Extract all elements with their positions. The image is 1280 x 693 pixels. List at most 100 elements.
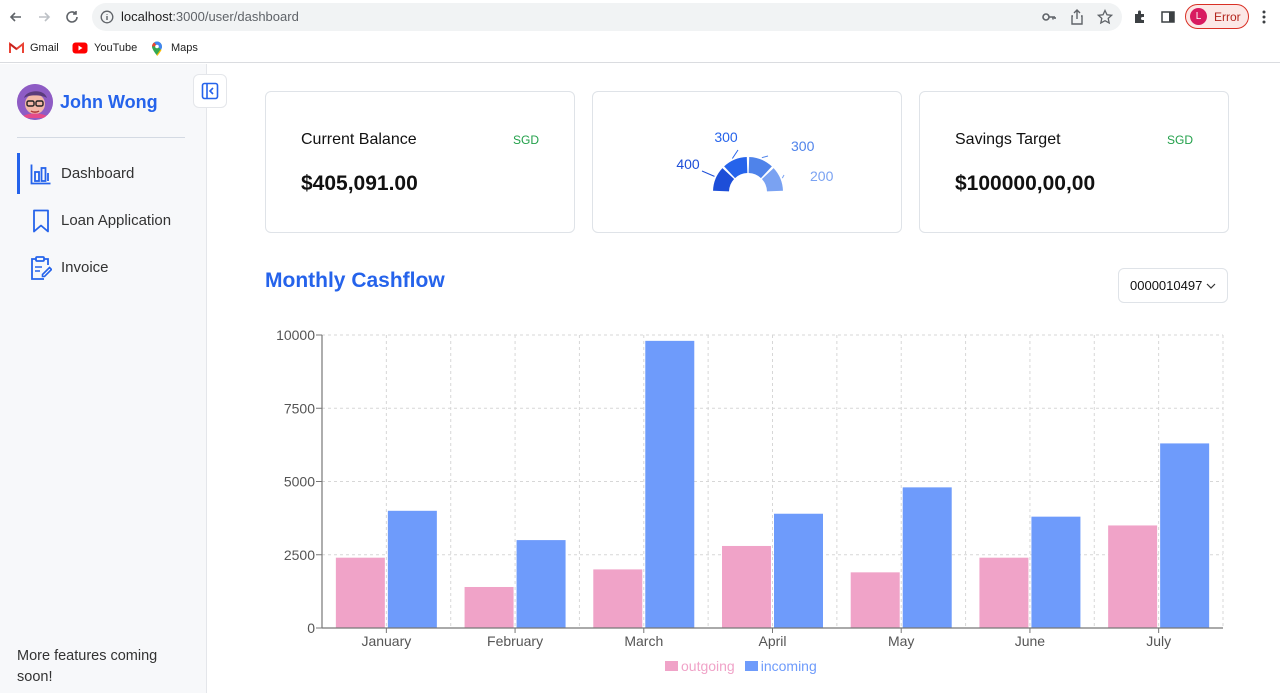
y-tick-label: 10000 (276, 327, 315, 343)
legend-label-outgoing: outgoing (681, 658, 735, 674)
cashflow-title: Monthly Cashflow (265, 269, 445, 292)
x-tick-label: March (624, 633, 663, 649)
sidebar-item-dashboard[interactable]: Dashboard (17, 153, 192, 194)
url-text: localhost:3000/user/dashboard (121, 9, 299, 24)
bookmark-label: Gmail (30, 42, 59, 54)
bar-incoming-january[interactable] (387, 510, 437, 628)
profile-button[interactable]: L Error (1185, 4, 1249, 29)
bookmark-maps[interactable]: Maps (149, 40, 198, 56)
chevron-down-icon (1206, 283, 1216, 289)
url-path: :3000/user/dashboard (172, 9, 299, 24)
balance-title: Current Balance (301, 131, 417, 148)
bookmark-label: Maps (171, 42, 198, 54)
reload-icon[interactable] (62, 7, 82, 27)
bar-chart-icon (29, 161, 53, 187)
legend-swatch-incoming (744, 661, 758, 671)
bar-incoming-may[interactable] (902, 487, 952, 628)
maps-icon (149, 41, 165, 56)
bar-outgoing-july[interactable] (1108, 525, 1158, 628)
x-tick-label: May (888, 633, 914, 649)
extensions-icon[interactable] (1130, 7, 1150, 27)
gmail-icon (8, 41, 24, 55)
chart-legend: outgoing incoming (665, 658, 827, 674)
bar-outgoing-february[interactable] (464, 586, 514, 628)
gauge-leader-line (701, 170, 715, 177)
bar-outgoing-june[interactable] (979, 557, 1029, 628)
gauge-chart: 400 300 300 200 (676, 129, 834, 192)
bar-incoming-june[interactable] (1031, 516, 1081, 628)
side-panel-icon[interactable] (1158, 7, 1178, 27)
legend-label-incoming: incoming (760, 658, 817, 674)
sidebar-item-label: Loan Application (61, 212, 172, 229)
gauge-card: 400 300 300 200 (592, 91, 902, 233)
gauge-label: 300 (714, 129, 738, 145)
legend-item-outgoing[interactable]: outgoing (665, 658, 735, 674)
bar-incoming-february[interactable] (516, 540, 566, 628)
bar-incoming-july[interactable] (1160, 443, 1210, 628)
bookmark-gmail[interactable]: Gmail (8, 40, 59, 56)
legend-item-incoming[interactable]: incoming (744, 658, 817, 674)
user-name: John Wong (60, 91, 158, 112)
gauge-leader-line (761, 155, 769, 159)
bar-outgoing-may[interactable] (850, 572, 900, 628)
y-tick-label: 2500 (284, 547, 315, 563)
sidebar: John Wong Dashboard Loan Application Inv… (0, 64, 227, 693)
back-icon[interactable] (6, 7, 26, 27)
bar-incoming-april[interactable] (774, 513, 823, 628)
sidebar-item-label: Invoice (61, 259, 109, 276)
collapse-sidebar-button[interactable] (193, 74, 227, 108)
legend-swatch-outgoing (665, 661, 678, 671)
x-tick-label: July (1146, 633, 1171, 649)
user-profile: John Wong (17, 84, 158, 120)
account-select-value: 0000010497 (1130, 278, 1203, 293)
address-bar[interactable]: localhost:3000/user/dashboard (92, 3, 1122, 31)
bar-outgoing-march[interactable] (593, 569, 643, 628)
gauge-leader-line (781, 174, 785, 179)
x-tick-label: April (758, 633, 786, 649)
x-tick-label: January (361, 633, 411, 649)
sidebar-item-invoice[interactable]: Invoice (17, 247, 192, 288)
balance-card: Current Balance SGD $405,091.00 (265, 91, 575, 233)
star-icon[interactable] (1096, 8, 1114, 26)
bookmark-icon (29, 208, 53, 234)
x-tick-label: June (1015, 633, 1046, 649)
sidebar-item-label: Dashboard (61, 165, 135, 182)
site-info-icon[interactable] (98, 8, 116, 26)
account-select[interactable]: 0000010497 (1118, 268, 1228, 303)
cashflow-chart: 0 2500 5000 7500 10000 January February March Ap… (260, 325, 1240, 685)
savings-card: Savings Target SGD $100000,00,00 (919, 91, 1229, 233)
profile-avatar: L (1190, 8, 1207, 25)
bookmark-label: YouTube (94, 42, 138, 54)
x-tick-label: February (487, 633, 543, 649)
gauge-label: 400 (676, 156, 700, 172)
share-icon[interactable] (1068, 8, 1086, 26)
url-host: localhost (121, 9, 173, 24)
cashflow-chart-svg: 0 2500 5000 7500 10000 January February March Ap… (276, 327, 1224, 649)
clipboard-edit-icon (29, 255, 53, 281)
footer-note: More features coming soon! (17, 648, 158, 685)
bar-outgoing-april[interactable] (722, 545, 771, 628)
youtube-icon (72, 41, 88, 55)
gauge-label: 300 (791, 138, 815, 154)
sidebar-collapse-icon (201, 82, 219, 100)
browser-toolbar: localhost:3000/user/dashboard L Error (0, 0, 1280, 34)
savings-title: Savings Target (955, 131, 1061, 148)
gauge-leader-line (731, 149, 739, 159)
bookmarks-bar: Gmail YouTube Maps (0, 34, 1280, 63)
key-icon[interactable] (1040, 8, 1058, 26)
savings-currency: SGD (1166, 133, 1193, 147)
bar-outgoing-january[interactable] (335, 557, 385, 628)
savings-value: $100000,00,00 (955, 172, 1096, 195)
sidebar-item-loan-application[interactable]: Loan Application (17, 200, 192, 241)
sidebar-divider (17, 137, 185, 138)
y-tick-label: 7500 (284, 400, 315, 416)
profile-status: Error (1214, 9, 1241, 24)
bar-incoming-march[interactable] (645, 340, 695, 628)
y-tick-label: 5000 (284, 474, 315, 490)
forward-icon[interactable] (34, 7, 54, 27)
bookmark-youtube[interactable]: YouTube (72, 40, 137, 56)
balance-value: $405,091.00 (301, 172, 418, 195)
y-tick-label: 0 (307, 620, 315, 636)
balance-currency: SGD (512, 133, 539, 147)
browser-menu-icon[interactable] (1256, 8, 1272, 26)
